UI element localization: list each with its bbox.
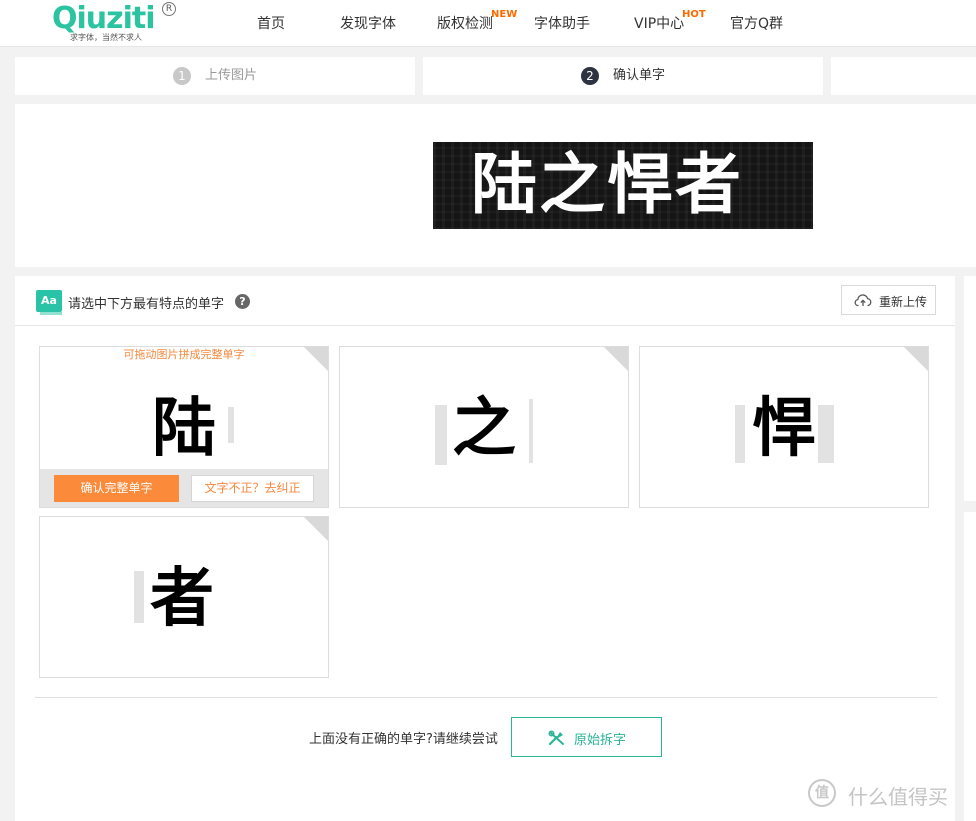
character-select-panel: Aa 请选中下方最有特点的单字 ? 重新上传 可拖动图片拼成完整单字 陆 确认完…	[15, 276, 955, 821]
uploaded-image-text: 陆之悍者	[471, 146, 743, 223]
divider	[35, 697, 937, 698]
original-split-button[interactable]: 原始拆字	[511, 717, 662, 757]
character-glyph: 之	[452, 392, 516, 466]
watermark-text: 什么值得买	[848, 785, 948, 809]
reupload-label: 重新上传	[879, 295, 928, 309]
panel-title: 请选中下方最有特点的单字	[68, 297, 225, 312]
watermark-logo-icon: 值	[808, 779, 836, 807]
nav-item-discover-fonts[interactable]: 发现字体	[340, 13, 396, 33]
cloud-upload-icon	[854, 294, 872, 307]
logo-wordmark: Qiuziti	[52, 1, 156, 36]
card-corner-mark	[604, 347, 628, 371]
character-glyph: 者	[150, 562, 214, 636]
registered-mark-icon: R	[162, 2, 176, 16]
no-correct-character-prompt: 上面没有正确的单字?请继续尝试	[309, 732, 498, 747]
panel-header: Aa 请选中下方最有特点的单字 ? 重新上传	[15, 276, 955, 326]
nav-item-home[interactable]: 首页	[257, 13, 285, 33]
help-icon[interactable]: ?	[235, 294, 250, 309]
correct-character-button[interactable]: 文字不正？去纠正	[191, 475, 314, 502]
character-glyph: 悍	[752, 392, 816, 466]
step-label: 上传图片	[205, 68, 258, 83]
card-corner-mark	[304, 347, 328, 371]
font-aa-icon: Aa	[36, 290, 62, 315]
drag-hint: 可拖动图片拼成完整单字	[123, 348, 245, 361]
side-panel-edge	[964, 276, 976, 501]
glyph-fragment	[735, 405, 745, 463]
logo-slogan: 求字体，当然不求人	[70, 33, 142, 42]
step-confirm-characters[interactable]: 2 确认单字	[423, 57, 823, 95]
reupload-button[interactable]: 重新上传	[841, 285, 936, 315]
character-card[interactable]: 可拖动图片拼成完整单字 陆 确认完整单字 文字不正？去纠正	[39, 346, 329, 508]
character-card[interactable]: 悍	[639, 346, 929, 508]
glyph-fragment	[435, 405, 447, 465]
hot-badge: HOT	[682, 9, 706, 20]
step-upload-image[interactable]: 1 上传图片	[15, 57, 415, 95]
nav-item-vip-center[interactable]: VIP中心	[634, 13, 684, 33]
glyph-fragment	[134, 571, 144, 623]
card-corner-mark	[904, 347, 928, 371]
nav-item-official-qq-group[interactable]: 官方Q群	[730, 13, 783, 33]
new-badge: NEW	[491, 9, 518, 20]
smzdm-watermark: 值 什么值得买	[808, 778, 968, 812]
card-actions: 确认完整单字 文字不正？去纠正	[40, 469, 328, 507]
character-glyph: 陆	[152, 392, 216, 466]
top-nav: Qiuziti R 求字体，当然不求人 首页 发现字体 版权检测 NEW 字体助…	[0, 0, 976, 47]
glyph-fragment	[818, 405, 834, 463]
card-corner-mark	[304, 517, 328, 541]
nav-item-copyright-check[interactable]: 版权检测	[437, 13, 493, 33]
confirm-character-button[interactable]: 确认完整单字	[54, 475, 179, 502]
nav-item-font-assistant[interactable]: 字体助手	[534, 13, 590, 33]
step-number: 1	[173, 67, 191, 85]
glyph-fragment	[228, 407, 234, 443]
tools-icon	[548, 730, 564, 746]
uploaded-image: 陆之悍者	[433, 142, 813, 229]
step-next	[831, 57, 976, 95]
step-number: 2	[581, 67, 599, 85]
step-label: 确认单字	[613, 68, 666, 83]
qiuziti-logo[interactable]: Qiuziti R 求字体，当然不求人	[52, 2, 182, 44]
side-panel-edge	[964, 512, 976, 821]
character-card[interactable]: 之	[339, 346, 629, 508]
original-split-label: 原始拆字	[574, 733, 627, 748]
character-card[interactable]: 者	[39, 516, 329, 678]
glyph-fragment	[529, 399, 533, 463]
uploaded-image-panel: 陆之悍者	[15, 104, 976, 267]
